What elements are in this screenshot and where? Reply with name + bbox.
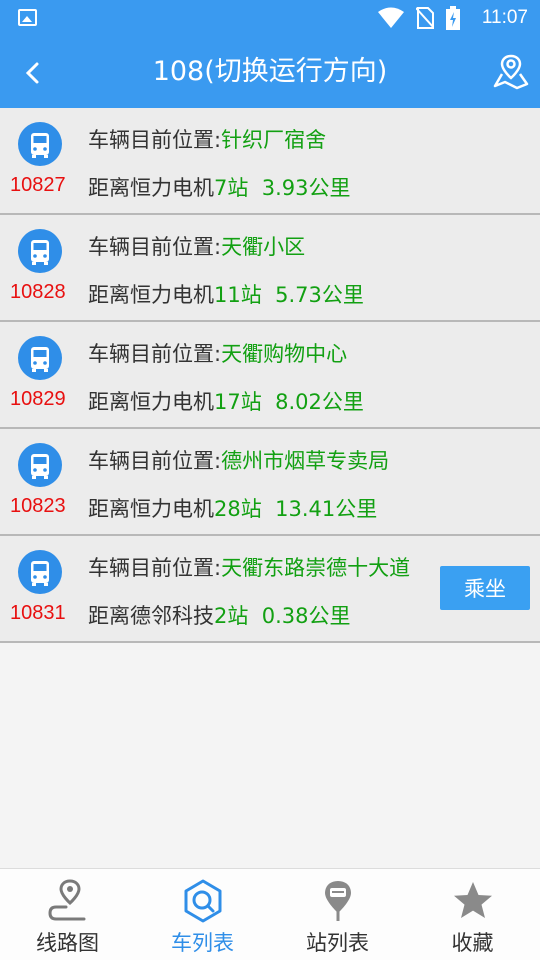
position-label: 车辆目前位置: [88, 556, 222, 580]
distance-value: 13.41公里 [275, 497, 378, 521]
tab-label: 车列表 [171, 931, 234, 955]
distance-info: 距离德邻科技2站 0.38公里 [88, 600, 351, 630]
distance-prefix: 距离恒力电机 [88, 497, 214, 521]
bus-icon [18, 336, 62, 380]
position-value: 天衢购物中心 [221, 342, 348, 366]
tab-label: 站列表 [306, 931, 369, 955]
vehicle-row[interactable]: 10829 车辆目前位置:天衢购物中心 距离恒力电机17站 8.02公里 [0, 322, 540, 429]
bus-search-icon [184, 879, 222, 923]
stops-count: 17站 [214, 390, 262, 414]
current-position: 车辆目前位置:针织厂宿舍 [88, 124, 326, 154]
position-label: 车辆目前位置: [88, 342, 222, 366]
vehicle-number: 10831 [10, 602, 66, 624]
tab-favorites[interactable]: 收藏 [405, 869, 540, 960]
gallery-notification-icon [18, 9, 37, 26]
bus-icon [18, 122, 62, 166]
current-position: 车辆目前位置:天衢小区 [88, 231, 305, 261]
bottom-tab-bar: 线路图 车列表 站列表 收藏 [0, 868, 540, 960]
distance-info: 距离恒力电机11站 5.73公里 [88, 279, 364, 309]
vehicle-number: 10827 [10, 174, 66, 196]
bus-icon [18, 443, 62, 487]
bus-icon [18, 550, 62, 594]
stop-pin-icon [325, 881, 351, 921]
tab-bus-list[interactable]: 车列表 [135, 869, 270, 960]
position-value: 针织厂宿舍 [221, 128, 327, 152]
stops-count: 2站 [214, 604, 249, 628]
current-position: 车辆目前位置:天衢东路崇德十大道 [88, 552, 410, 582]
page-title[interactable]: 108(切换运行方向) [60, 54, 480, 90]
current-position: 车辆目前位置:德州市烟草专卖局 [88, 445, 389, 475]
vehicle-number: 10829 [10, 388, 66, 410]
vehicle-row[interactable]: 10831 车辆目前位置:天衢东路崇德十大道 距离德邻科技2站 0.38公里 乘坐 [0, 536, 540, 643]
position-label: 车辆目前位置: [88, 235, 222, 259]
vehicle-number: 10828 [10, 281, 66, 303]
position-value: 天衢东路崇德十大道 [221, 556, 411, 580]
current-position: 车辆目前位置:天衢购物中心 [88, 338, 347, 368]
distance-value: 8.02公里 [275, 390, 364, 414]
distance-info: 距离恒力电机17站 8.02公里 [88, 386, 364, 416]
stops-count: 11站 [214, 283, 262, 307]
position-label: 车辆目前位置: [88, 449, 222, 473]
vehicle-row[interactable]: 10823 车辆目前位置:德州市烟草专卖局 距离恒力电机28站 13.41公里 [0, 429, 540, 536]
vehicle-row[interactable]: 10827 车辆目前位置:针织厂宿舍 距离恒力电机7站 3.93公里 [0, 108, 540, 215]
distance-prefix: 距离恒力电机 [88, 283, 214, 307]
vehicle-row[interactable]: 10828 车辆目前位置:天衢小区 距离恒力电机11站 5.73公里 [0, 215, 540, 322]
route-map-icon [48, 879, 86, 921]
distance-value: 3.93公里 [261, 176, 351, 200]
tab-stop-list[interactable]: 站列表 [270, 869, 405, 960]
position-label: 车辆目前位置: [88, 128, 222, 152]
vehicle-list: 10827 车辆目前位置:针织厂宿舍 距离恒力电机7站 3.93公里 10828 车辆目… [0, 108, 540, 643]
distance-prefix: 距离恒力电机 [88, 390, 214, 414]
distance-prefix: 距离恒力电机 [88, 176, 214, 200]
battery-charging-icon [446, 6, 460, 30]
bus-icon [18, 229, 62, 273]
tab-route-map[interactable]: 线路图 [0, 869, 135, 960]
distance-info: 距离恒力电机28站 13.41公里 [88, 493, 377, 523]
distance-value: 0.38公里 [261, 604, 351, 628]
distance-info: 距离恒力电机7站 3.93公里 [88, 172, 351, 202]
title-bar: 108(切换运行方向) [0, 36, 540, 108]
vehicle-number: 10823 [10, 495, 66, 517]
wifi-icon [378, 7, 404, 28]
back-arrow-icon[interactable] [18, 58, 48, 88]
distance-value: 5.73公里 [275, 283, 364, 307]
tab-label: 线路图 [36, 931, 99, 955]
status-bar: 11:07 [0, 0, 540, 36]
clock: 11:07 [481, 7, 528, 28]
distance-prefix: 距离德邻科技 [88, 604, 214, 628]
star-icon [454, 882, 492, 918]
position-value: 天衢小区 [221, 235, 306, 259]
ride-button[interactable]: 乘坐 [440, 566, 530, 610]
stops-count: 28站 [214, 497, 262, 521]
position-value: 德州市烟草专卖局 [221, 449, 390, 473]
no-sim-icon [416, 7, 434, 29]
stops-count: 7站 [214, 176, 249, 200]
map-location-icon[interactable] [492, 52, 530, 92]
tab-label: 收藏 [451, 931, 494, 955]
